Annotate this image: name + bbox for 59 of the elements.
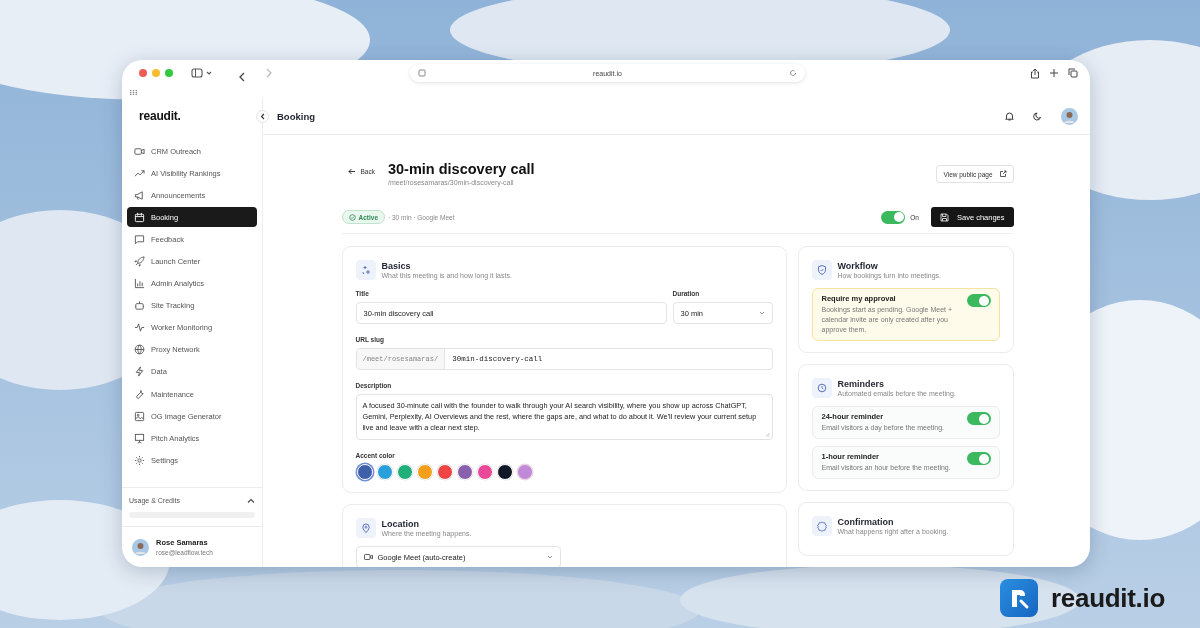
maximize-icon[interactable]	[165, 69, 173, 77]
shield-icon	[811, 260, 832, 280]
card-title: Confirmation	[837, 517, 895, 527]
image-icon	[134, 410, 145, 422]
card-title: Location	[381, 519, 420, 529]
save-icon	[939, 212, 949, 222]
bell-icon[interactable]	[1005, 111, 1014, 121]
forward-icon[interactable]	[265, 68, 273, 78]
gear-icon	[134, 454, 145, 466]
chevron-down-icon	[546, 555, 553, 559]
color-swatch[interactable]	[516, 464, 533, 480]
page-title: Booking	[277, 110, 315, 122]
resize-handle-icon[interactable]	[764, 432, 770, 437]
brand-name: reaudit.io	[1051, 582, 1165, 614]
bars-icon	[134, 278, 145, 290]
video-icon	[134, 145, 145, 157]
chevron-icon[interactable]	[247, 497, 255, 504]
sparkle-icon	[355, 260, 376, 280]
external-link-icon	[998, 170, 1007, 178]
avatar[interactable]	[132, 538, 149, 556]
approval-toggle[interactable]	[966, 294, 991, 307]
chevron-left-icon	[260, 113, 265, 120]
pulse-icon	[134, 322, 145, 334]
clock-icon	[811, 378, 832, 398]
globe-icon	[134, 344, 145, 356]
present-icon	[134, 432, 145, 444]
badge-icon	[811, 516, 832, 536]
chevron-down-icon	[758, 311, 765, 315]
collapse-button[interactable]	[256, 110, 269, 123]
share-icon[interactable]	[1030, 67, 1040, 79]
rocket-icon	[134, 255, 145, 267]
pin-icon	[355, 518, 376, 538]
wrench-icon	[134, 388, 145, 400]
card-title: Basics	[381, 261, 412, 271]
robot-icon	[134, 300, 145, 312]
reminder-toggle[interactable]	[966, 412, 991, 425]
reload-icon[interactable]	[789, 69, 797, 77]
card-title: Reminders	[837, 379, 886, 389]
calendar-icon	[134, 211, 145, 223]
reminder-toggle[interactable]	[966, 452, 991, 465]
moon-icon[interactable]	[1033, 111, 1042, 121]
page-icon	[418, 69, 426, 77]
megaphone-icon	[134, 189, 145, 201]
avatar[interactable]	[1061, 107, 1078, 125]
close-icon[interactable]	[139, 69, 147, 77]
video-icon	[363, 554, 373, 560]
new-tab-icon[interactable]	[1049, 68, 1059, 78]
active-toggle[interactable]	[881, 210, 906, 224]
trend-icon	[134, 167, 145, 179]
bolt-icon	[134, 366, 145, 378]
card-title: Workflow	[837, 261, 879, 271]
logo[interactable]: reaudit.	[139, 109, 181, 123]
sidebar-toggle-icon[interactable]	[191, 68, 213, 78]
grid-icon[interactable]	[130, 89, 137, 95]
tabs-icon[interactable]	[1068, 68, 1078, 78]
meeting-title: 30-min discovery call	[387, 161, 535, 177]
chat-icon	[134, 233, 145, 245]
brand-logo-icon	[1000, 579, 1038, 617]
arrow-left-icon	[347, 168, 356, 175]
